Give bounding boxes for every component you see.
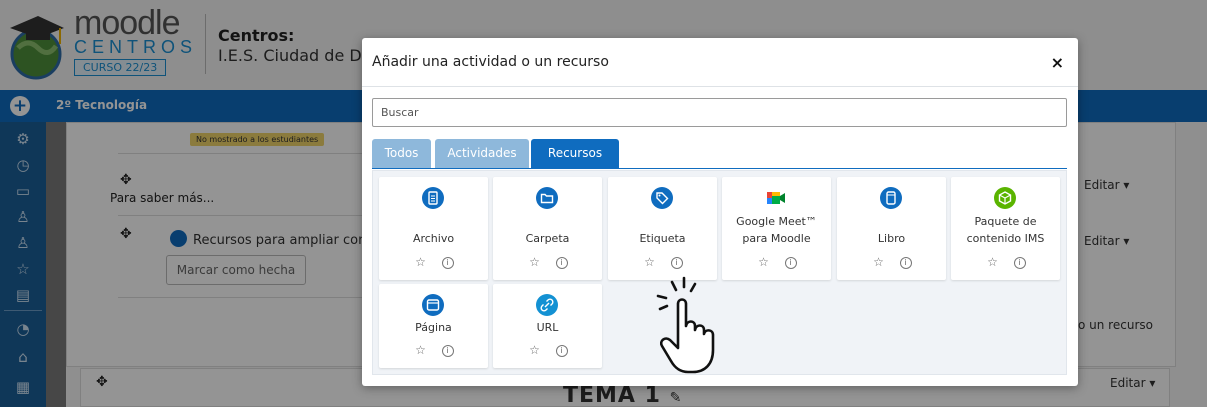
book-icon (880, 187, 902, 209)
resource-card-etiqueta[interactable]: Etiqueta ☆ i (608, 177, 717, 280)
resource-card-url[interactable]: URL ☆ i (493, 284, 602, 368)
info-icon[interactable]: i (441, 345, 454, 357)
card-label-line1: Google Meet™ (736, 215, 817, 228)
tab-underline (372, 168, 1067, 169)
tag-icon (651, 187, 673, 209)
info-icon[interactable]: i (784, 257, 797, 269)
pointing-hand-icon (656, 276, 715, 374)
card-label: Libro (877, 232, 906, 245)
star-icon[interactable]: ☆ (872, 255, 886, 269)
card-actions: ☆ i (379, 343, 488, 357)
modal-header: Añadir una actividad o un recurso × (362, 38, 1078, 87)
card-label: Etiqueta (639, 232, 686, 245)
resource-card-carpeta[interactable]: Carpeta ☆ i (493, 177, 602, 280)
card-label: Archivo (412, 232, 455, 245)
star-icon[interactable]: ☆ (414, 343, 428, 357)
card-actions: ☆ i (493, 255, 602, 269)
page-icon (422, 294, 444, 316)
tab-todos[interactable]: Todos (372, 139, 431, 168)
star-icon[interactable]: ☆ (528, 343, 542, 357)
info-icon[interactable]: i (670, 257, 683, 269)
card-actions: ☆ i (837, 255, 946, 269)
google-meet-icon (765, 187, 787, 209)
card-label-line2: para Moodle (742, 232, 811, 245)
card-label: Carpeta (525, 232, 570, 245)
info-icon[interactable]: i (555, 257, 568, 269)
folder-icon (536, 187, 558, 209)
star-icon[interactable]: ☆ (757, 255, 771, 269)
star-icon[interactable]: ☆ (643, 255, 657, 269)
card-label-line2: contenido IMS (966, 232, 1045, 245)
card-label: Página (415, 321, 452, 334)
card-actions: ☆ i (493, 343, 602, 357)
info-icon[interactable]: i (1013, 257, 1026, 269)
close-icon[interactable]: × (1051, 53, 1064, 72)
tab-actividades[interactable]: Actividades (435, 139, 529, 168)
card-actions: ☆ i (722, 255, 831, 269)
resource-card-libro[interactable]: Libro ☆ i (837, 177, 946, 280)
resource-card-google-meet[interactable]: Google Meet™ para Moodle ☆ i (722, 177, 831, 280)
star-icon[interactable]: ☆ (528, 255, 542, 269)
star-icon[interactable]: ☆ (414, 255, 428, 269)
resource-card-archivo[interactable]: Archivo ☆ i (379, 177, 488, 280)
info-icon[interactable]: i (441, 257, 454, 269)
star-icon[interactable]: ☆ (986, 255, 1000, 269)
resource-card-pagina[interactable]: Página ☆ i (379, 284, 488, 368)
info-icon[interactable]: i (899, 257, 912, 269)
modal-title: Añadir una actividad o un recurso (372, 54, 609, 70)
link-icon (536, 294, 558, 316)
card-actions: ☆ i (379, 255, 488, 269)
card-label-line1: Paquete de (974, 215, 1037, 228)
card-actions: ☆ i (608, 255, 717, 269)
card-label: URL (536, 321, 559, 334)
resource-card-paquete-ims[interactable]: Paquete de contenido IMS ☆ i (951, 177, 1060, 280)
tab-recursos[interactable]: Recursos (531, 139, 619, 168)
package-icon (994, 187, 1016, 209)
card-actions: ☆ i (951, 255, 1060, 269)
file-icon (422, 187, 444, 209)
search-input[interactable]: Buscar (372, 98, 1067, 127)
info-icon[interactable]: i (555, 345, 568, 357)
